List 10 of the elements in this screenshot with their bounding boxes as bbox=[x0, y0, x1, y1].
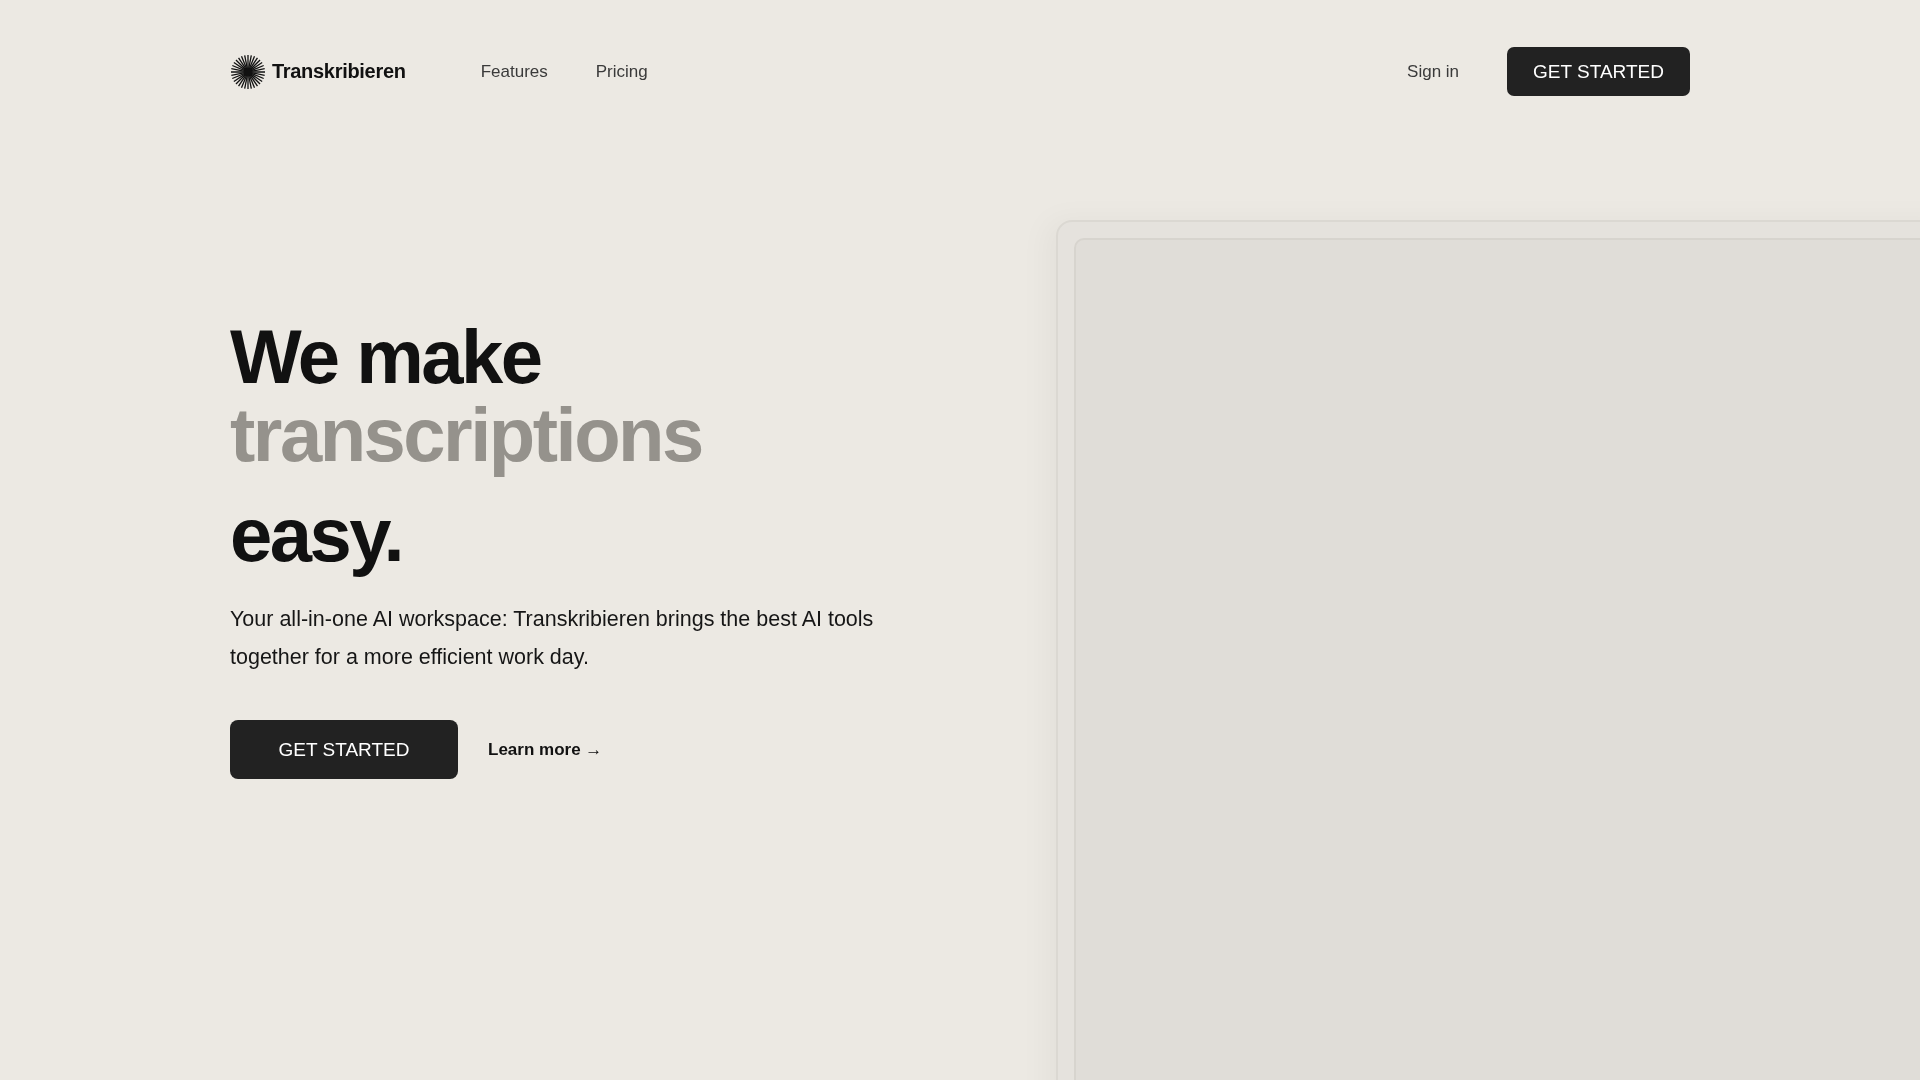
hero-heading-line: We make bbox=[230, 318, 542, 396]
nav-link[interactable]: Features bbox=[480, 61, 548, 82]
get-started-button[interactable]: GET STARTED bbox=[1507, 47, 1690, 96]
hero-description: Your all-in-one AI workspace: Transkribieren brings the best AI tools together for a more efficient work day. bbox=[230, 606, 875, 671]
get-started-button[interactable]: GET STARTED bbox=[230, 720, 458, 779]
nav-link[interactable]: Pricing bbox=[595, 61, 648, 82]
brand-name[interactable]: Transkribieren bbox=[272, 60, 406, 83]
sign-in-link[interactable]: Sign in bbox=[1407, 61, 1460, 82]
learn-more-link[interactable]: Learn more → bbox=[488, 739, 603, 760]
starburst-logo-icon bbox=[230, 53, 266, 90]
